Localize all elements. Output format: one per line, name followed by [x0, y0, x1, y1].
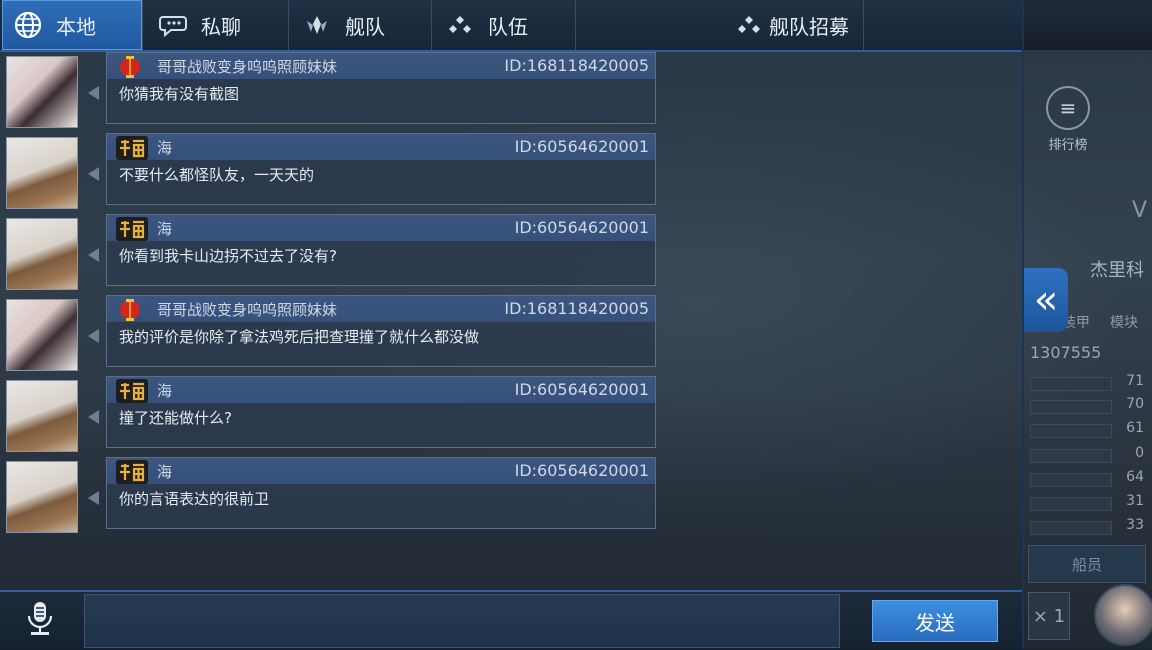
- lantern-badge-icon: [115, 54, 149, 80]
- bubble-pointer: [88, 410, 99, 424]
- man-with-dog-avatar[interactable]: [6, 380, 78, 452]
- tab-fleet-recruit-label: 舰队招募: [769, 14, 849, 39]
- message-text: 你看到我卡山边拐不过去了没有?: [119, 247, 337, 265]
- microphone-icon: [25, 600, 55, 642]
- sender-id: ID:60564620001: [514, 137, 649, 156]
- sender-name[interactable]: 海: [157, 461, 172, 482]
- side-letter-v: V: [1132, 198, 1148, 223]
- sender-id: ID:60564620001: [514, 218, 649, 237]
- fu-badge-icon: [115, 135, 149, 161]
- tab-private-chat[interactable]: 私聊: [145, 0, 289, 50]
- sender-id: ID:60564620001: [514, 461, 649, 480]
- bubble-pointer: [88, 491, 99, 505]
- stat-row: 71: [1024, 373, 1150, 391]
- tab-fleet[interactable]: 舰队: [289, 0, 432, 50]
- sender-id: ID:60564620001: [514, 380, 649, 399]
- stat-row: 0: [1024, 445, 1150, 463]
- chat-message: 海 ID:60564620001 不要什么都怪队友，一天天的: [6, 133, 656, 209]
- chat-input-bar: 发送: [0, 590, 1022, 650]
- chat-message: 海 ID:60564620001 你的言语表达的很前卫: [6, 457, 656, 533]
- message-text: 不要什么都怪队友，一天天的: [119, 166, 315, 184]
- stat-row: 64: [1024, 469, 1150, 487]
- ranking-label: 排行榜: [1048, 138, 1088, 153]
- voice-button[interactable]: [0, 592, 80, 650]
- message-text: 撞了还能做什么?: [119, 409, 232, 427]
- message-bubble: 哥哥战败变身呜呜照顾妹妹 ID:168118420005 我的评价是你除了拿法鸡死后…: [106, 295, 656, 367]
- man-with-dog-avatar[interactable]: [6, 218, 78, 290]
- chat-tab-bar: 本地 私聊 舰队 队伍 舰队招募: [0, 0, 1022, 52]
- send-button[interactable]: 发送: [872, 600, 998, 642]
- multiplier-badge: × 1: [1028, 592, 1070, 640]
- fu-badge-icon: [115, 216, 149, 242]
- message-bubble: 海 ID:60564620001 不要什么都怪队友，一天天的: [106, 133, 656, 205]
- sender-id: ID:168118420005: [504, 56, 649, 75]
- sender-name[interactable]: 海: [157, 137, 172, 158]
- message-text: 我的评价是你除了拿法鸡死后把查理撞了就什么都没做: [119, 328, 480, 346]
- chat-message: 海 ID:60564620001 撞了还能做什么?: [6, 376, 656, 452]
- message-bubble: 海 ID:60564620001 撞了还能做什么?: [106, 376, 656, 448]
- message-header: 哥哥战败变身呜呜照顾妹妹 ID:168118420005: [107, 296, 655, 322]
- chat-text-input[interactable]: [84, 594, 840, 648]
- message-header: 海 ID:60564620001: [107, 458, 655, 484]
- globe-icon: [14, 11, 42, 39]
- ranking-button[interactable]: ≡ 排行榜: [1040, 86, 1096, 153]
- tab-local-label: 本地: [56, 14, 96, 39]
- stat-row: 70: [1024, 396, 1150, 414]
- tab-private-chat-label: 私聊: [201, 14, 241, 39]
- message-text: 你猜我有没有截图: [119, 85, 240, 103]
- tab-team[interactable]: 队伍: [432, 0, 576, 50]
- chat-message: 哥哥战败变身呜呜照顾妹妹 ID:168118420005 我的评价是你除了拿法鸡死后…: [6, 295, 656, 371]
- fu-badge-icon: [115, 459, 149, 485]
- sender-name[interactable]: 哥哥战败变身呜呜照顾妹妹: [157, 56, 337, 77]
- sender-name[interactable]: 海: [157, 380, 172, 401]
- message-header: 哥哥战败变身呜呜照顾妹妹 ID:168118420005: [107, 53, 655, 79]
- chat-bubble-icon: [159, 11, 187, 39]
- message-bubble: 海 ID:60564620001 你的言语表达的很前卫: [106, 457, 656, 529]
- message-header: 海 ID:60564620001: [107, 215, 655, 241]
- message-bubble: 海 ID:60564620001 你看到我卡山边拐不过去了没有?: [106, 214, 656, 286]
- sender-name[interactable]: 海: [157, 218, 172, 239]
- tab-fleet-label: 舰队: [345, 14, 385, 39]
- fleet-emblem-icon: [303, 11, 331, 39]
- tab-fleet-recruit[interactable]: 舰队招募: [576, 0, 864, 50]
- bubble-pointer: [88, 329, 99, 343]
- ship-name-label: 杰里科: [1090, 260, 1144, 281]
- id-number-label: 1307555: [1030, 343, 1102, 362]
- tab-team-label: 队伍: [488, 14, 528, 39]
- bubble-pointer: [88, 248, 99, 262]
- team-dots-icon: [446, 11, 474, 39]
- sender-id: ID:168118420005: [504, 299, 649, 318]
- crew-button[interactable]: 船员: [1028, 545, 1146, 583]
- anime-girls-avatar[interactable]: [6, 56, 78, 128]
- message-text: 你的言语表达的很前卫: [119, 490, 270, 508]
- chat-panel: 本地 私聊 舰队 队伍 舰队招募 哥哥战败变身呜呜照顾妹妹 ID:1681184…: [0, 0, 1024, 650]
- tab-local[interactable]: 本地: [2, 0, 143, 50]
- background-top-strip: [1024, 0, 1152, 50]
- lantern-badge-icon: [115, 297, 149, 323]
- sender-name[interactable]: 哥哥战败变身呜呜照顾妹妹: [157, 299, 337, 320]
- recruit-dots-icon: [735, 11, 763, 39]
- captain-avatar[interactable]: [1094, 584, 1152, 646]
- collapse-panel-button[interactable]: «: [1024, 268, 1068, 332]
- module-label[interactable]: 模块: [1110, 312, 1138, 332]
- man-with-dog-avatar[interactable]: [6, 461, 78, 533]
- double-chevron-left-icon: «: [1033, 277, 1059, 323]
- bubble-pointer: [88, 167, 99, 181]
- message-bubble: 哥哥战败变身呜呜照顾妹妹 ID:168118420005 你猜我有没有截图: [106, 52, 656, 124]
- message-header: 海 ID:60564620001: [107, 134, 655, 160]
- stat-row: 61: [1024, 420, 1150, 438]
- ranking-icon: ≡: [1046, 86, 1090, 130]
- stat-row: 31: [1024, 493, 1150, 511]
- stat-row: 33: [1024, 517, 1150, 535]
- bubble-pointer: [88, 86, 99, 100]
- chat-message: 哥哥战败变身呜呜照顾妹妹 ID:168118420005 你猜我有没有截图: [6, 52, 656, 128]
- anime-girls-avatar[interactable]: [6, 299, 78, 371]
- man-with-dog-avatar[interactable]: [6, 137, 78, 209]
- chat-message: 海 ID:60564620001 你看到我卡山边拐不过去了没有?: [6, 214, 656, 290]
- message-header: 海 ID:60564620001: [107, 377, 655, 403]
- fu-badge-icon: [115, 378, 149, 404]
